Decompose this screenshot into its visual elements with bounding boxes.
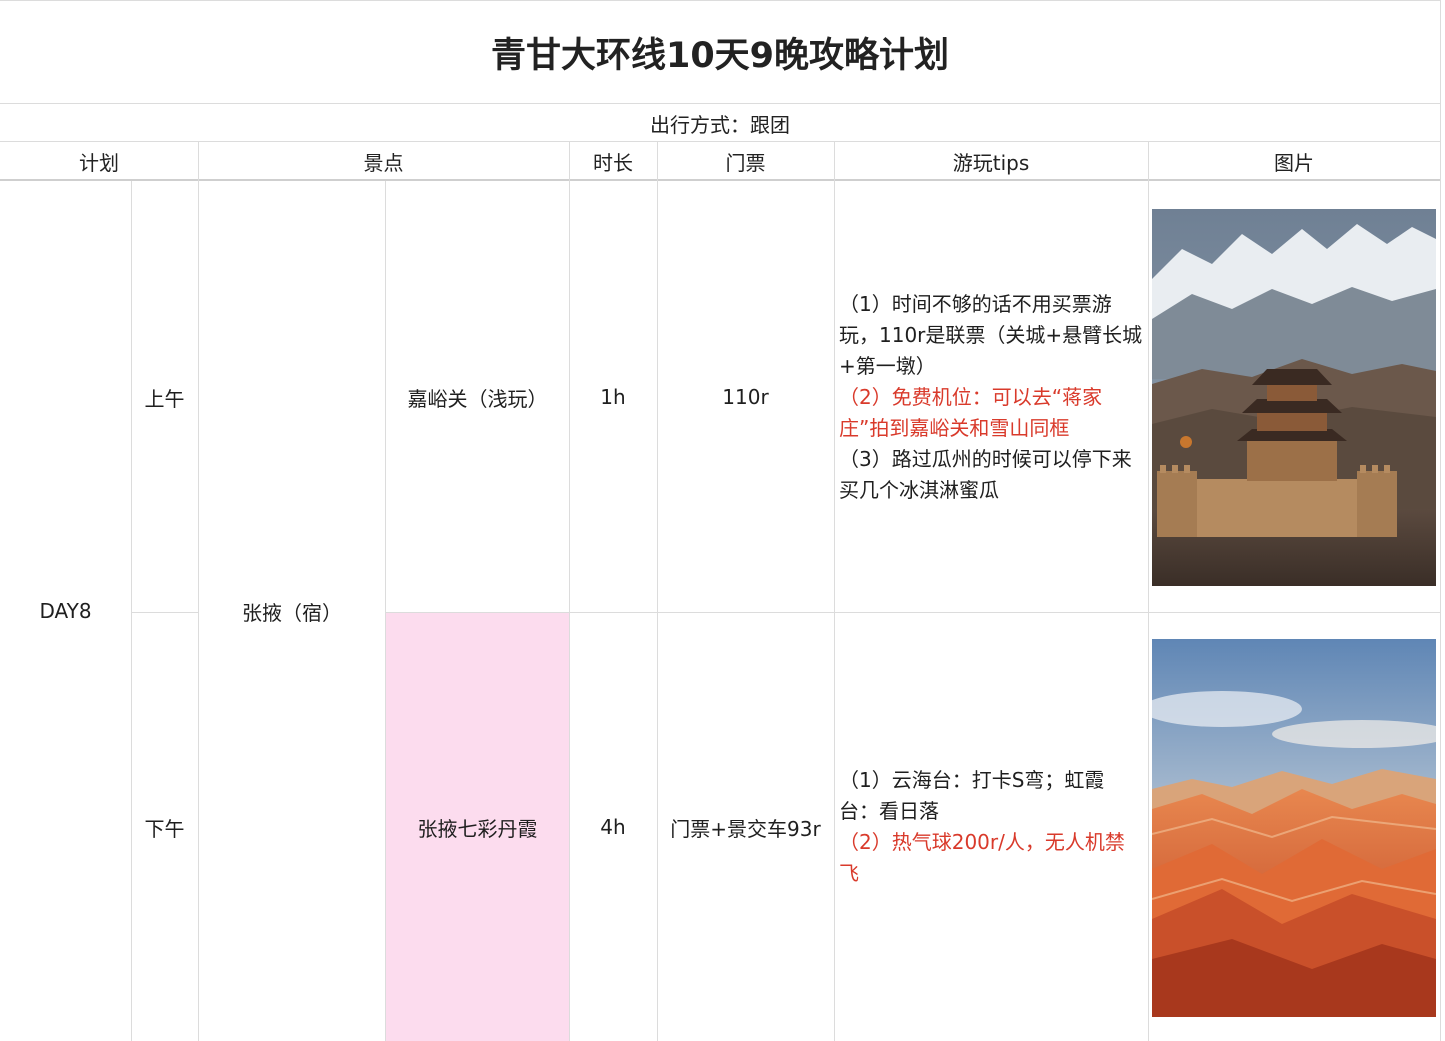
tip-item: （1）时间不够的话不用买票游玩，110r是联票（关城+悬臂长城+第一墩） <box>839 291 1143 378</box>
header-spot: 景点 <box>363 150 404 175</box>
period-afternoon: 下午 <box>144 816 185 841</box>
ticket-row2: 门票+景交车93r <box>670 816 821 841</box>
tip-item: （1）云海台：打卡S弯；虹霞台：看日落 <box>839 768 1105 823</box>
danxia-landform-photo <box>1152 639 1436 1017</box>
tip-item: （2）免费机位：可以去“蒋家庄”拍到嘉峪关和雪山同框 <box>839 384 1103 440</box>
stay-city: 张掖（宿） <box>242 600 342 625</box>
spot-danxia: 张掖七彩丹霞 <box>417 816 538 841</box>
spot-jiayuguan: 嘉峪关（浅玩） <box>407 386 548 411</box>
jiayuguan-fortress-photo <box>1152 209 1436 586</box>
header-plan: 计划 <box>79 150 119 175</box>
tip-item: （3）路过瓜州的时候可以停下来买几个冰淇淋蜜瓜 <box>839 446 1132 502</box>
tips-row1: （1）时间不够的话不用买票游玩，110r是联票（关城+悬臂长城+第一墩） （2）… <box>839 181 1143 613</box>
duration-row2: 4h <box>600 815 626 839</box>
ticket-row1: 110r <box>722 385 769 409</box>
page-title: 青甘大环线10天9晚攻略计划 <box>490 35 950 76</box>
header-tips: 游玩tips <box>952 150 1030 175</box>
header-image: 图片 <box>1274 150 1314 175</box>
header-duration: 时长 <box>593 150 633 175</box>
tips-row2: （1）云海台：打卡S弯；虹霞台：看日落 （2）热气球200r/人，无人机禁飞 <box>839 613 1143 1041</box>
travel-mode: 出行方式：跟团 <box>650 112 790 137</box>
day-label: DAY8 <box>39 599 92 623</box>
header-ticket: 门票 <box>725 150 766 175</box>
period-morning: 上午 <box>144 386 185 411</box>
duration-row1: 1h <box>600 385 626 409</box>
tip-item: （2）热气球200r/人，无人机禁飞 <box>839 830 1125 885</box>
